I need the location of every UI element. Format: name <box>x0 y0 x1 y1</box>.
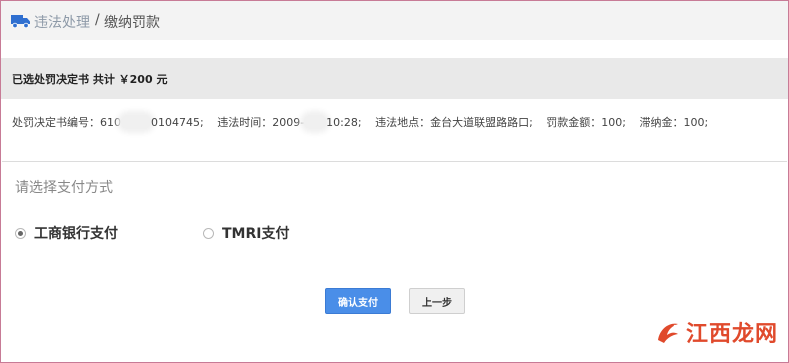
violation-location-label: 违法地点： <box>375 116 431 129</box>
watermark-dragon-icon <box>658 323 678 343</box>
previous-step-button[interactable]: 上一步 <box>409 288 465 314</box>
truck-icon <box>11 15 30 29</box>
violation-detail-row: 处罚决定书编号：610 0104745; 违法时间：2009- 10:28; 违法地… <box>12 114 708 130</box>
payment-option-label: TMRI支付 <box>222 226 290 242</box>
decision-number-label: 处罚决定书编号： <box>12 116 100 129</box>
confirm-payment-button[interactable]: 确认支付 <box>325 288 391 314</box>
radio-selected-icon[interactable] <box>15 227 26 239</box>
redacted-blur <box>121 115 151 129</box>
payment-option-tmri[interactable]: TMRI支付 <box>203 224 289 242</box>
radio-unselected-icon[interactable] <box>203 227 214 239</box>
payment-option-label: 工商银行支付 <box>34 226 118 242</box>
late-fee-label: 滞纳金： <box>639 116 684 129</box>
violation-time-label: 违法时间： <box>217 116 273 129</box>
selected-summary-text: 已选处罚决定书 共计 ￥200 元 <box>12 73 168 86</box>
redacted-blur <box>304 115 327 129</box>
violation-location-value: 金台大道联盟路路口; <box>430 116 533 129</box>
watermark-text: 江西龙网 <box>686 321 779 347</box>
watermark: 江西龙网 <box>654 317 778 347</box>
selected-summary-bar: 已选处罚决定书 共计 ￥200 元 <box>1 58 788 99</box>
payment-option-icbc[interactable]: 工商银行支付 <box>15 224 118 242</box>
fine-amount-value: 100; <box>601 116 626 129</box>
breadcrumb-separator: / <box>95 12 100 28</box>
breadcrumb-parent-link[interactable]: 违法处理 <box>34 12 90 32</box>
fine-amount-label: 罚款金额： <box>546 116 602 129</box>
late-fee-value: 100; <box>683 116 709 129</box>
breadcrumb-current: 缴纳罚款 <box>104 15 160 31</box>
decision-number-suffix: 0104745; <box>151 116 204 129</box>
violation-time-suffix: 10:28; <box>326 116 362 129</box>
violation-time-prefix: 2009- <box>272 116 305 129</box>
breadcrumb: 违法处理 / 缴纳罚款 <box>1 1 788 40</box>
payment-method-title: 请选择支付方式 <box>15 180 113 196</box>
decision-number-prefix: 610 <box>100 116 121 129</box>
